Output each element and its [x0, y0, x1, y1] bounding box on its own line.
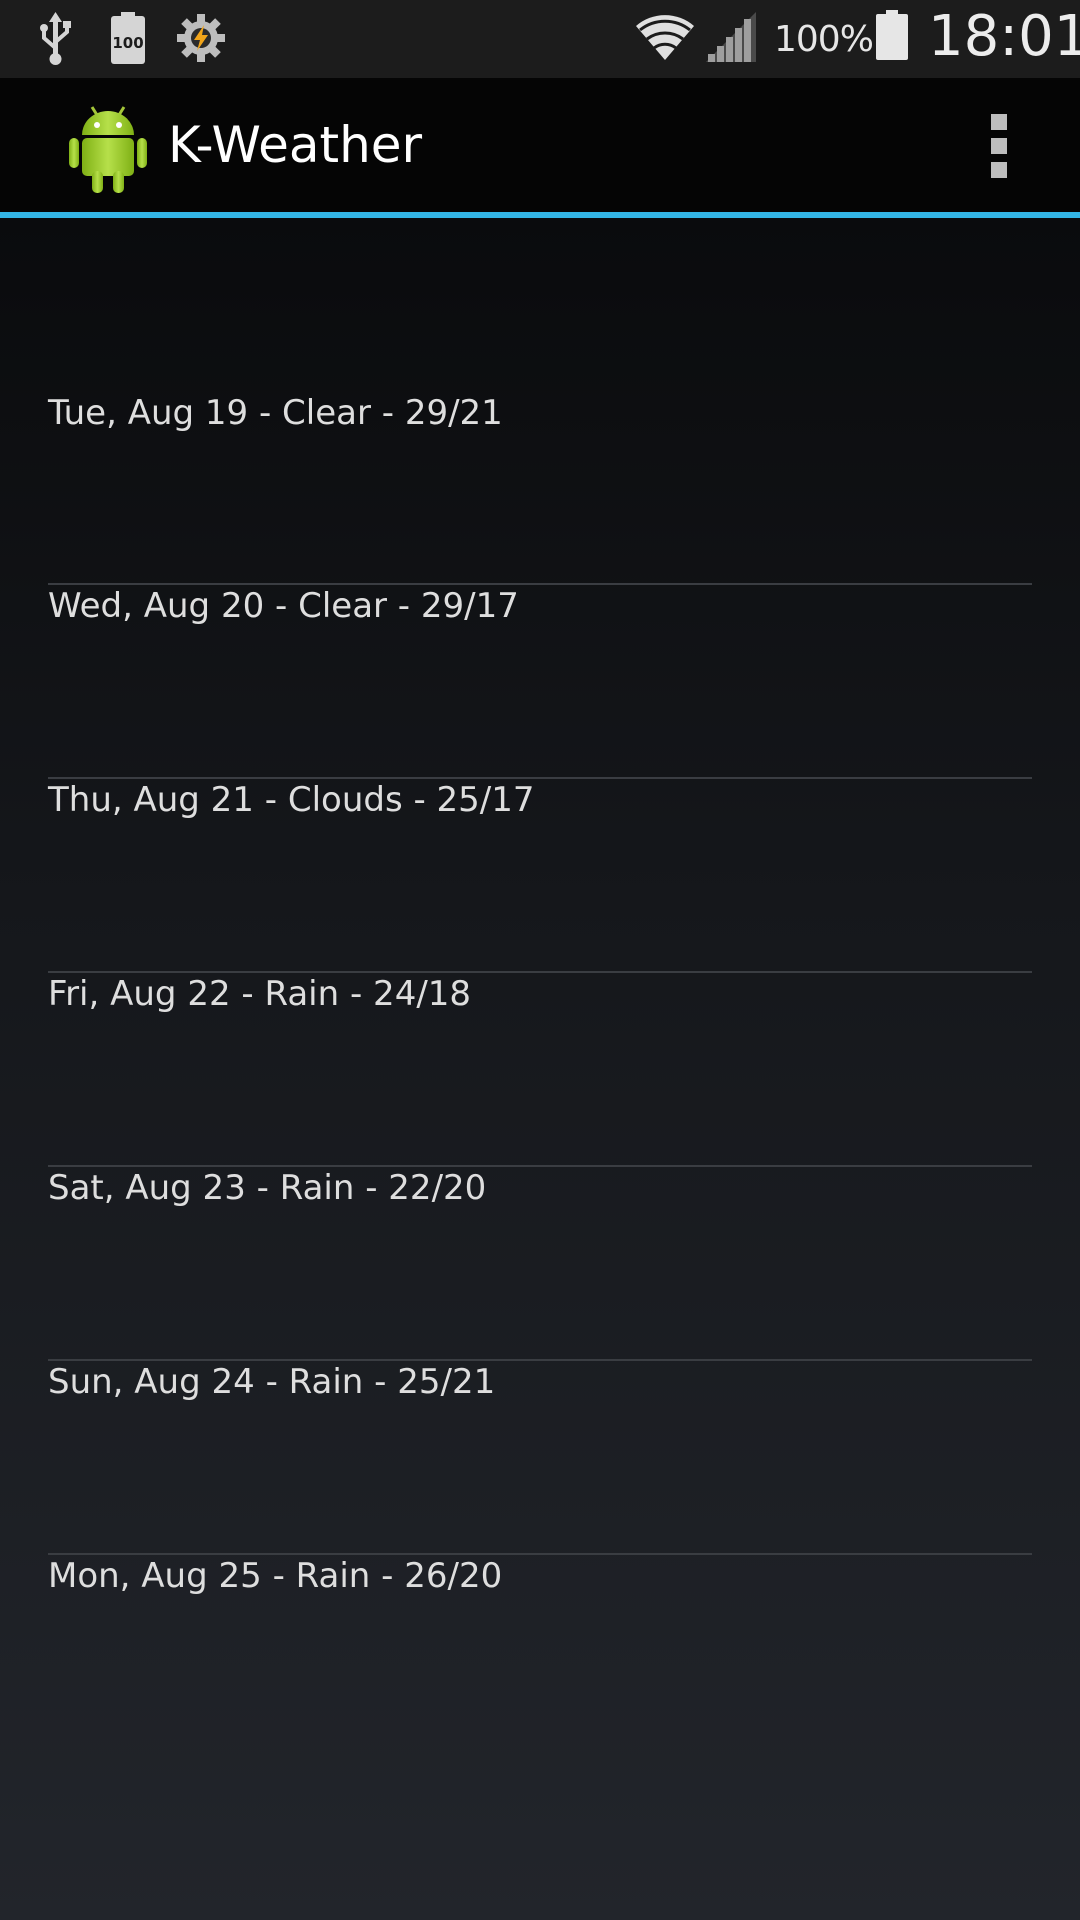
overflow-menu-icon[interactable] — [980, 114, 1020, 178]
status-clock: 18:01 — [928, 4, 1080, 69]
battery-percent: 100% — [774, 19, 874, 60]
forecast-item[interactable]: Wed, Aug 20 - Clear - 29/17 — [48, 412, 1032, 626]
usb-icon — [40, 12, 71, 65]
list-divider — [48, 583, 1032, 585]
forecast-item-label: Mon, Aug 25 - Rain - 26/20 — [48, 1556, 503, 1596]
forecast-item[interactable]: Thu, Aug 21 - Clouds - 25/17 — [48, 606, 1032, 820]
forecast-item[interactable]: Mon, Aug 25 - Rain - 26/20 — [48, 1382, 1032, 1596]
android-robot-icon[interactable] — [66, 101, 150, 195]
list-divider — [48, 777, 1032, 779]
forecast-item[interactable]: Sun, Aug 24 - Rain - 25/21 — [48, 1188, 1032, 1402]
action-bar: K-Weather — [0, 78, 1080, 212]
tasker-icon — [177, 14, 225, 62]
wifi-icon — [636, 15, 694, 60]
list-divider — [48, 971, 1032, 973]
forecast-item[interactable]: Fri, Aug 22 - Rain - 24/18 — [48, 800, 1032, 1014]
list-divider — [48, 1359, 1032, 1361]
forecast-content: Tue, Aug 19 - Clear - 29/21 Wed, Aug 20 … — [0, 218, 1080, 1920]
list-divider — [48, 1553, 1032, 1555]
cell-signal-icon — [706, 12, 756, 62]
status-bar: 100 100% 18:01 — [0, 0, 1080, 78]
svg-text:100: 100 — [112, 34, 143, 52]
forecast-item[interactable]: Sat, Aug 23 - Rain - 22/20 — [48, 994, 1032, 1208]
list-divider — [48, 1165, 1032, 1167]
forecast-item[interactable]: Tue, Aug 19 - Clear - 29/21 — [48, 218, 1032, 433]
battery-icon — [876, 10, 908, 60]
app-title: K-Weather — [168, 116, 423, 174]
battery-100-notification-icon: 100 — [111, 12, 145, 64]
